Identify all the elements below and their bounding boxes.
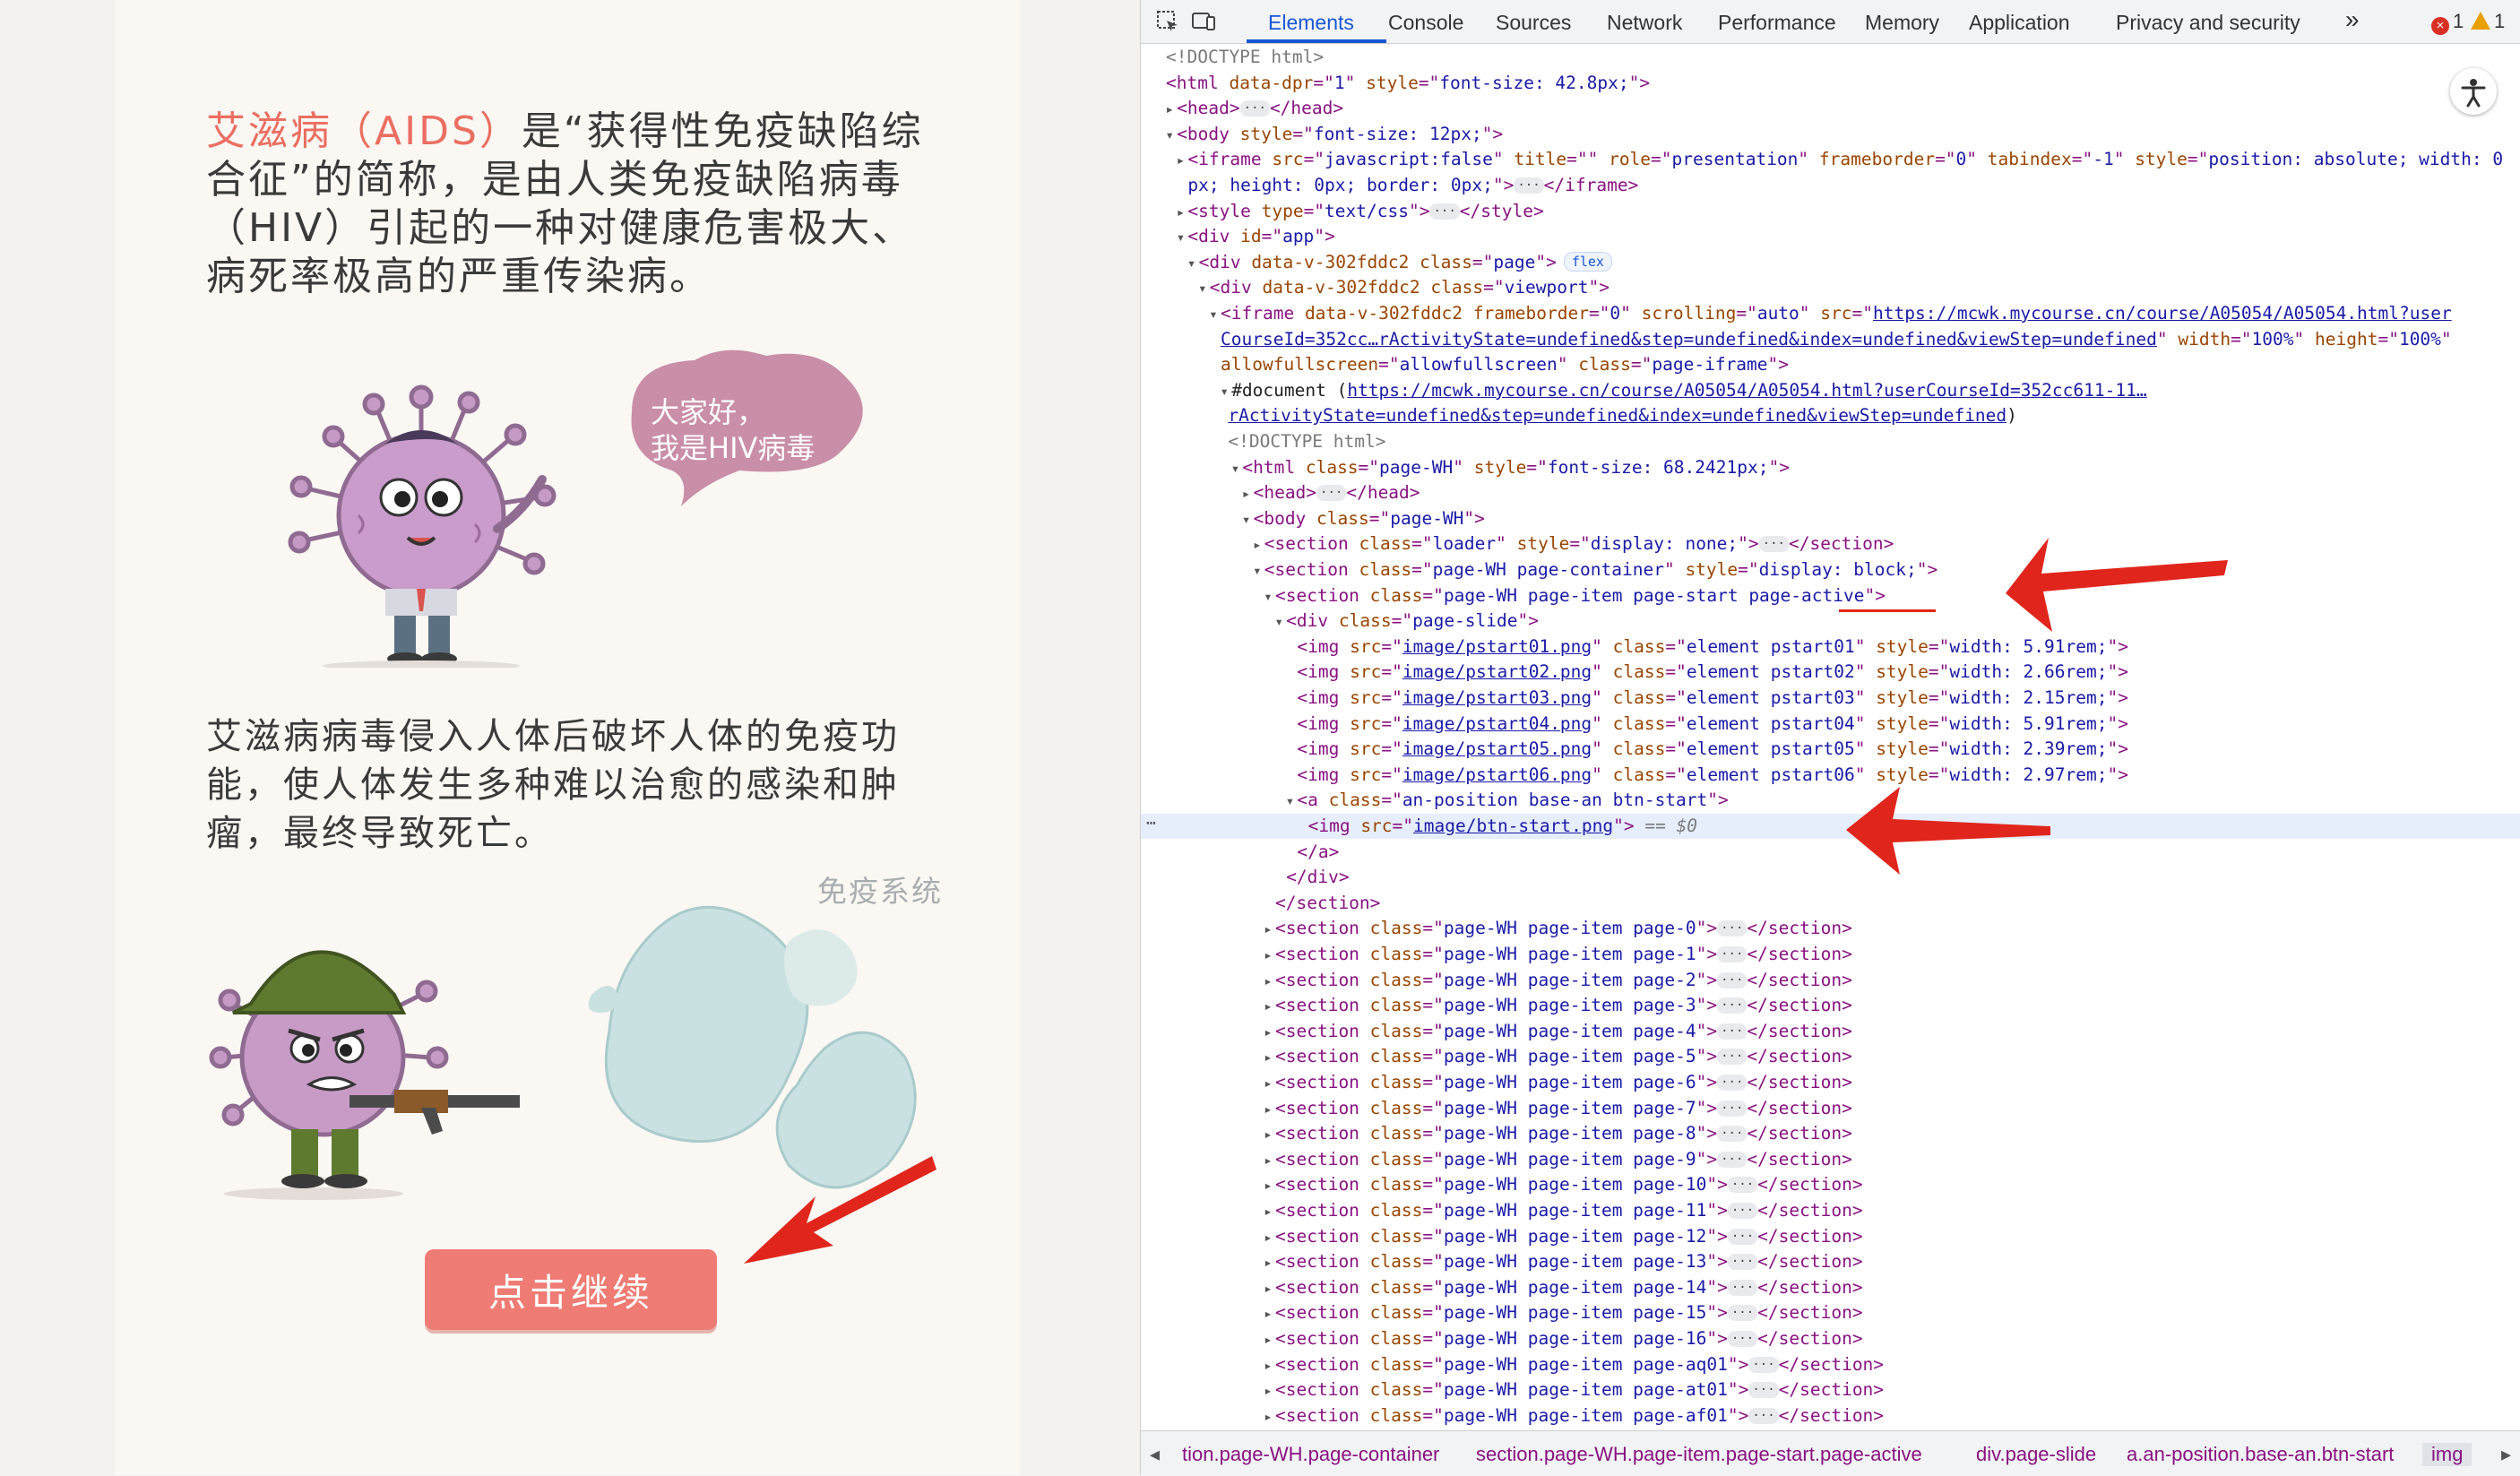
breadcrumb-scroll-left[interactable]: ◂ bbox=[1150, 1443, 1160, 1466]
dom-node[interactable]: ▸ <section class="loader" style="display:… bbox=[1141, 531, 1894, 557]
dom-node[interactable]: <!DOCTYPE html> bbox=[1141, 45, 1324, 70]
dom-node[interactable]: ▸ <section class="page-WH page-item page-… bbox=[1141, 1121, 1852, 1146]
dom-node[interactable]: ▸ <section class="page-WH page-item page-… bbox=[1141, 1044, 1852, 1069]
bubble-line-1: 大家好， bbox=[651, 395, 766, 429]
dom-node[interactable]: <!DOCTYPE html> bbox=[1141, 429, 1385, 454]
dom-node[interactable]: ▾ <section class="page-WH page-container"… bbox=[1141, 557, 1937, 583]
course-page-preview: 艾滋病（AIDS）是“获得性免疫缺陷综合征”的简称，是由人类免疫缺陷病毒（HIV… bbox=[0, 0, 1140, 1475]
dom-node[interactable]: CourseId=352cc…rActivityState=undefined&… bbox=[1141, 327, 2452, 352]
dom-node[interactable]: ▸ <section class="page-WH page-item page-… bbox=[1141, 1275, 1862, 1300]
dom-node[interactable]: allowfullscreen="allowfullscreen" class=… bbox=[1141, 352, 1789, 377]
dom-node[interactable]: ▸ <section class="page-WH page-item page-… bbox=[1141, 1224, 1862, 1249]
error-icon: × bbox=[2431, 17, 2449, 35]
dom-node[interactable]: <img src="image/pstart02.png" class="ele… bbox=[1141, 660, 2128, 685]
breadcrumb-scroll-right[interactable]: ▸ bbox=[2501, 1443, 2511, 1466]
tab-console[interactable]: Console bbox=[1388, 11, 1463, 35]
intro-highlight: 艾滋病（AIDS） bbox=[206, 108, 522, 154]
dom-node[interactable]: ▸ <section class="page-WH page-item page-… bbox=[1141, 1352, 1884, 1377]
annotation-arrow-btn-img bbox=[1846, 787, 2050, 875]
tab-performance[interactable]: Performance bbox=[1718, 11, 1836, 35]
accessibility-button[interactable] bbox=[2450, 68, 2497, 115]
tab-network[interactable]: Network bbox=[1607, 11, 1682, 35]
bubble-line-2: 我是HIV病毒 bbox=[651, 431, 816, 465]
dom-node[interactable]: px; height: 0px; border: 0px;"> ··· </ifra… bbox=[1141, 173, 1638, 198]
dom-node[interactable]: ▸ <section class="page-WH page-item page-… bbox=[1141, 1249, 1862, 1274]
active-tab-indicator bbox=[1247, 39, 1386, 43]
dom-node[interactable]: <html data-dpr="1" style="font-size: 42.… bbox=[1141, 71, 1650, 96]
breadcrumb-item-img[interactable]: img bbox=[2422, 1443, 2473, 1466]
dom-node[interactable]: <img src="image/pstart04.png" class="ele… bbox=[1141, 712, 2128, 737]
annotation-arrow-button bbox=[744, 1156, 936, 1264]
dom-node[interactable]: rActivityState=undefined&step=undefined&… bbox=[1141, 403, 2017, 428]
dom-node[interactable]: ▸ <section class="page-WH page-item page-… bbox=[1141, 942, 1852, 967]
error-count[interactable]: × 1 bbox=[2431, 10, 2464, 35]
dom-node[interactable]: <img src="image/pstart01.png" class="ele… bbox=[1141, 634, 2128, 660]
dom-node[interactable]: ▸ <section class="page-WH page-item page-… bbox=[1141, 1096, 1852, 1121]
tab-privacy-security[interactable]: Privacy and security bbox=[2116, 11, 2300, 35]
tab-elements[interactable]: Elements bbox=[1268, 11, 1354, 35]
node-actions-icon[interactable]: ⋯ bbox=[1146, 814, 1156, 833]
hiv-virus-illustration bbox=[288, 384, 557, 668]
dom-node[interactable]: </a> bbox=[1141, 840, 1339, 865]
dom-node[interactable]: ▾ #document (https://mcwk.mycourse.cn/cou… bbox=[1141, 378, 2146, 403]
dom-breadcrumb: ◂ tion.page-WH.page-container section.pa… bbox=[1141, 1430, 2520, 1476]
dom-node[interactable]: ▸ <section class="page-WH page-item page-… bbox=[1141, 1019, 1852, 1044]
devtools-toolbar: Elements Console Sources Network Perform… bbox=[1141, 0, 2520, 44]
dom-node[interactable]: ▾ <body class="page-WH"> bbox=[1141, 506, 1485, 531]
breadcrumb-item-slide[interactable]: div.page-slide bbox=[1976, 1443, 2096, 1466]
dom-node[interactable]: ▾ <a class="an-position base-an btn-start… bbox=[1141, 788, 1729, 813]
soldier-virus-illustration bbox=[209, 950, 520, 1200]
dom-node[interactable]: ▾ <div data-v-302fddc2 class="page"> flex bbox=[1141, 250, 1612, 275]
tab-application[interactable]: Application bbox=[1969, 11, 2070, 35]
dom-node[interactable]: </div> bbox=[1141, 865, 1349, 890]
dom-node[interactable]: ▸ <section class="page-WH page-item page-… bbox=[1141, 1147, 1852, 1172]
dom-node[interactable]: </section> bbox=[1141, 891, 1380, 916]
dom-node[interactable]: ▾ <section class="page-WH page-item page-… bbox=[1141, 583, 1886, 609]
inspect-element-icon[interactable] bbox=[1155, 9, 1180, 34]
dom-node-selected[interactable]: <img src="image/btn-start.png"> == $0 bbox=[1141, 814, 2520, 839]
more-tabs-button[interactable]: » bbox=[2345, 5, 2360, 34]
dom-node[interactable]: ▾ <html class="page-WH" style="font-size:… bbox=[1141, 455, 1790, 480]
tab-memory[interactable]: Memory bbox=[1865, 11, 1939, 35]
dom-node[interactable]: ▸ <section class="page-WH page-item page-… bbox=[1141, 1326, 1862, 1351]
dom-node[interactable]: ▸ <section class="page-WH page-item page-… bbox=[1141, 1198, 1862, 1223]
warning-count[interactable]: 1 bbox=[2471, 10, 2505, 33]
dom-node[interactable]: ▸ <section class="page-WH page-item page-… bbox=[1141, 1377, 1884, 1403]
tab-sources[interactable]: Sources bbox=[1496, 11, 1571, 35]
dom-node[interactable]: ▸ <section class="page-WH page-item page-… bbox=[1141, 1172, 1862, 1197]
dom-node[interactable]: ▸ <head> ··· </head> bbox=[1141, 480, 1420, 505]
dom-node[interactable]: ▸ <section class="page-WH page-item page-… bbox=[1141, 916, 1852, 941]
dom-node[interactable]: ▾ <body style="font-size: 12px;"> bbox=[1141, 122, 1503, 147]
breadcrumb-item-container[interactable]: tion.page-WH.page-container bbox=[1182, 1443, 1439, 1466]
dom-node[interactable]: ▸ <style type="text/css"> ··· </style> bbox=[1141, 199, 1544, 224]
breadcrumb-item-anchor[interactable]: a.an-position.base-an.btn-start bbox=[2127, 1443, 2394, 1466]
dom-tree[interactable]: <!DOCTYPE html> <html data-dpr="1" style=… bbox=[1141, 45, 2520, 1429]
dom-node[interactable]: ▾ <div data-v-302fddc2 class="viewport"> bbox=[1141, 275, 1610, 300]
flex-badge: flex bbox=[1563, 251, 1612, 272]
dom-node[interactable]: <img src="image/pstart05.png" class="ele… bbox=[1141, 737, 2128, 762]
second-paragraph: 艾滋病病毒侵入人体后破坏人体的免疫功能，使人体发生多种难以治愈的感染和肿瘤，最终… bbox=[206, 716, 900, 854]
dom-node[interactable]: ▸ <head> ··· </head> bbox=[1141, 96, 1343, 121]
warning-icon bbox=[2471, 12, 2490, 30]
dom-node[interactable]: ▾ <div class="page-slide"> bbox=[1141, 609, 1539, 634]
bubble-text: 大家好， 我是HIV病毒 bbox=[651, 394, 848, 466]
accessibility-icon bbox=[2461, 79, 2486, 108]
dom-node[interactable]: ▸ <section class="page-WH page-item page-… bbox=[1141, 968, 1852, 993]
annotation-arrow-page-active bbox=[2006, 538, 2228, 632]
dom-node[interactable]: ▾ <iframe data-v-302fddc2 frameborder="0"… bbox=[1141, 301, 2452, 326]
dom-node[interactable]: ▸ <section class="page-WH page-item page-… bbox=[1141, 1070, 1852, 1095]
dom-node[interactable]: <img src="image/pstart06.png" class="ele… bbox=[1141, 763, 2128, 788]
dom-node[interactable]: ▸ <section class="page-WH page-item page-… bbox=[1141, 1300, 1862, 1325]
dom-node[interactable]: ▸ <section class="page-WH page-item page-… bbox=[1141, 993, 1852, 1018]
device-toolbar-icon[interactable] bbox=[1191, 9, 1216, 34]
dom-node[interactable]: ▾ <div id="app"> bbox=[1141, 224, 1335, 249]
continue-button[interactable]: 点击继续 bbox=[425, 1249, 717, 1330]
intro-paragraph: 艾滋病（AIDS）是“获得性免疫缺陷综合征”的简称，是由人类免疫缺陷病毒（HIV… bbox=[206, 108, 941, 301]
dom-node[interactable]: ▸ <section class="page-WH page-item page-… bbox=[1141, 1403, 1884, 1429]
devtools-panel: Elements Console Sources Network Perform… bbox=[1140, 0, 2520, 1476]
dom-node[interactable]: ▸ <iframe src="javascript:false" title=""… bbox=[1141, 147, 2504, 172]
breadcrumb-item-start-section[interactable]: section.page-WH.page-item.page-start.pag… bbox=[1476, 1443, 1922, 1466]
dom-node[interactable]: <img src="image/pstart03.png" class="ele… bbox=[1141, 686, 2128, 711]
annotation-underline-page-active bbox=[1839, 609, 1936, 612]
